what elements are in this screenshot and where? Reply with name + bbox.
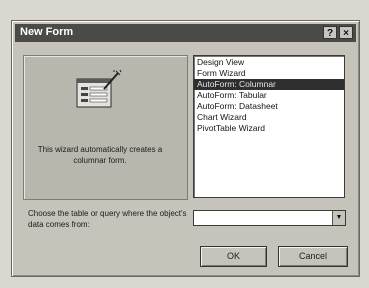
- dialog-title: New Form: [20, 26, 74, 38]
- data-source-combobox[interactable]: ▼: [193, 210, 346, 226]
- help-button[interactable]: ?: [323, 26, 337, 39]
- form-wizard-icon: [76, 69, 122, 108]
- chevron-down-icon[interactable]: ▼: [332, 211, 345, 225]
- wizard-description: This wizard automatically creates a colu…: [37, 145, 163, 165]
- form-type-option[interactable]: AutoForm: Datasheet: [194, 101, 344, 112]
- new-form-dialog: New Form ? × This wizard automatically c…: [11, 20, 360, 277]
- form-type-option[interactable]: AutoForm: Tabular: [194, 90, 344, 101]
- form-type-option[interactable]: PivotTable Wizard: [194, 123, 344, 134]
- close-button[interactable]: ×: [339, 26, 353, 39]
- ok-button[interactable]: OK: [200, 246, 267, 267]
- title-bar[interactable]: New Form ? ×: [15, 24, 356, 42]
- form-type-option[interactable]: Chart Wizard: [194, 112, 344, 123]
- form-type-listbox[interactable]: Design View Form Wizard AutoForm: Columnar…: [193, 55, 345, 198]
- form-type-option[interactable]: Form Wizard: [194, 68, 344, 79]
- cancel-button[interactable]: Cancel: [278, 246, 348, 267]
- data-source-prompt: Choose the table or query where the obje…: [28, 209, 187, 229]
- form-type-option[interactable]: Design View: [194, 57, 344, 68]
- form-type-option[interactable]: AutoForm: Columnar: [194, 79, 344, 90]
- wizard-preview-panel: This wizard automatically creates a colu…: [23, 55, 188, 200]
